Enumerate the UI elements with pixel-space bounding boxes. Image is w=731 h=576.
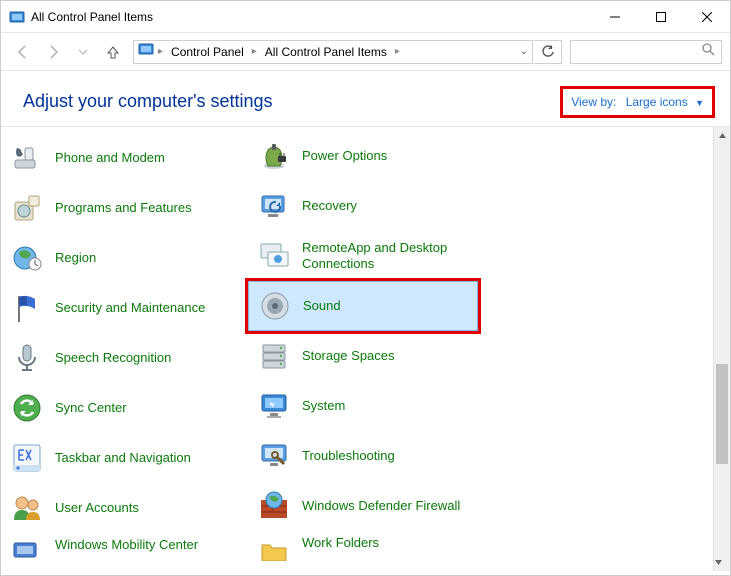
item-windows-defender-firewall[interactable]: Windows Defender Firewall: [248, 481, 478, 531]
item-label: Security and Maintenance: [55, 300, 205, 316]
address-bar[interactable]: ▸ Control Panel ▸ All Control Panel Item…: [133, 40, 533, 64]
scrollbar[interactable]: [713, 127, 730, 571]
item-troubleshooting[interactable]: Troubleshooting: [248, 431, 478, 481]
content-area: Phone and Modem Programs and Features Re…: [1, 127, 730, 571]
item-programs-and-features[interactable]: Programs and Features: [1, 183, 248, 233]
item-phone-and-modem[interactable]: Phone and Modem: [1, 133, 248, 183]
view-by-selector[interactable]: View by: Large icons ▼: [567, 93, 708, 111]
power-options-icon: [258, 140, 290, 172]
breadcrumb-all-items[interactable]: All Control Panel Items: [261, 45, 391, 59]
item-sync-center[interactable]: Sync Center: [1, 383, 248, 433]
item-label: Region: [55, 250, 96, 266]
mobility-icon: [11, 537, 43, 563]
user-accounts-icon: [11, 492, 43, 524]
address-dropdown-icon[interactable]: ⌄: [520, 46, 528, 57]
scroll-down-icon[interactable]: [714, 554, 723, 571]
recent-dropdown[interactable]: [69, 38, 97, 66]
nav-bar: ▸ Control Panel ▸ All Control Panel Item…: [1, 33, 730, 71]
item-security-and-maintenance[interactable]: Security and Maintenance: [1, 283, 248, 333]
microphone-icon: [11, 342, 43, 374]
item-work-folders[interactable]: Work Folders: [248, 531, 478, 561]
security-flag-icon: [11, 292, 43, 324]
item-label: Power Options: [302, 148, 387, 164]
minimize-button[interactable]: [592, 2, 638, 32]
work-folders-icon: [258, 535, 290, 561]
item-windows-mobility-center[interactable]: Windows Mobility Center: [1, 533, 248, 563]
item-label: Storage Spaces: [302, 348, 395, 364]
item-label: Phone and Modem: [55, 150, 165, 166]
system-icon: [258, 390, 290, 422]
item-label: Speech Recognition: [55, 350, 171, 366]
region-icon: [11, 242, 43, 274]
item-speech-recognition[interactable]: Speech Recognition: [1, 333, 248, 383]
chevron-right-icon[interactable]: ▸: [158, 46, 163, 57]
control-panel-icon: [9, 9, 25, 25]
item-user-accounts[interactable]: User Accounts: [1, 483, 248, 533]
item-sound[interactable]: Sound: [248, 281, 478, 331]
sound-icon: [259, 290, 291, 322]
item-label: Programs and Features: [55, 200, 192, 216]
page-title: Adjust your computer's settings: [23, 91, 567, 112]
item-label: Sync Center: [55, 400, 127, 416]
page-header: Adjust your computer's settings View by:…: [1, 71, 730, 126]
view-by-label: View by:: [571, 95, 616, 109]
item-recovery[interactable]: Recovery: [248, 181, 478, 231]
item-label: Troubleshooting: [302, 448, 395, 464]
search-input[interactable]: [570, 40, 722, 64]
item-label: Windows Defender Firewall: [302, 498, 460, 514]
breadcrumb-control-panel[interactable]: Control Panel: [167, 45, 248, 59]
remoteapp-icon: [258, 240, 290, 272]
item-label: RemoteApp and Desktop Connections: [302, 240, 470, 273]
item-label: System: [302, 398, 345, 414]
taskbar-icon: [11, 442, 43, 474]
item-system[interactable]: System: [248, 381, 478, 431]
item-label: User Accounts: [55, 500, 139, 516]
back-button[interactable]: [9, 38, 37, 66]
item-label: Taskbar and Navigation: [55, 450, 191, 466]
item-label: Recovery: [302, 198, 357, 214]
item-label: Windows Mobility Center: [55, 537, 198, 553]
control-panel-icon: [138, 41, 154, 62]
item-label: Work Folders: [302, 535, 379, 551]
scroll-thumb[interactable]: [716, 364, 728, 464]
maximize-button[interactable]: [638, 2, 684, 32]
item-power-options[interactable]: Power Options: [248, 131, 478, 181]
window-title: All Control Panel Items: [31, 10, 592, 24]
item-label: Sound: [303, 298, 341, 314]
item-taskbar-and-navigation[interactable]: Taskbar and Navigation: [1, 433, 248, 483]
programs-icon: [11, 192, 43, 224]
item-storage-spaces[interactable]: Storage Spaces: [248, 331, 478, 381]
view-by-value: Large icons: [626, 95, 688, 109]
recovery-icon: [258, 190, 290, 222]
up-button[interactable]: [99, 38, 127, 66]
refresh-button[interactable]: [534, 40, 562, 64]
firewall-icon: [258, 490, 290, 522]
chevron-right-icon[interactable]: ▸: [395, 46, 400, 57]
sync-icon: [11, 392, 43, 424]
forward-button[interactable]: [39, 38, 67, 66]
scroll-track[interactable]: [714, 144, 730, 554]
chevron-right-icon[interactable]: ▸: [252, 46, 257, 57]
storage-icon: [258, 340, 290, 372]
phone-modem-icon: [11, 142, 43, 174]
close-button[interactable]: [684, 2, 730, 32]
search-icon: [701, 42, 715, 61]
scroll-up-icon[interactable]: [714, 127, 730, 144]
troubleshooting-icon: [258, 440, 290, 472]
item-remoteapp[interactable]: RemoteApp and Desktop Connections: [248, 231, 478, 281]
chevron-down-icon: ▼: [695, 98, 704, 108]
item-region[interactable]: Region: [1, 233, 248, 283]
title-bar: All Control Panel Items: [1, 1, 730, 33]
